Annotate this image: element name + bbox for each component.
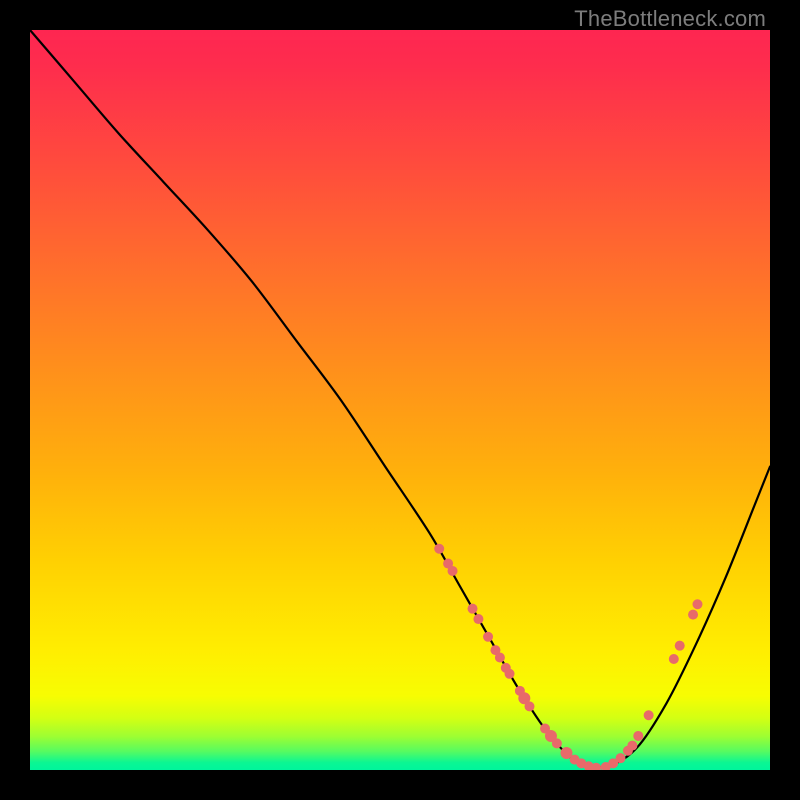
watermark-text: TheBottleneck.com <box>574 6 766 32</box>
data-point <box>525 701 535 711</box>
chart-canvas: TheBottleneck.com <box>0 0 800 800</box>
data-point <box>448 566 458 576</box>
plot-area <box>30 30 770 770</box>
data-point <box>434 544 444 554</box>
data-point <box>644 710 654 720</box>
data-point <box>633 731 643 741</box>
bottleneck-curve <box>30 30 770 768</box>
data-point <box>669 654 679 664</box>
data-point <box>627 741 637 751</box>
chart-svg <box>30 30 770 770</box>
data-point <box>675 641 685 651</box>
data-point <box>483 632 493 642</box>
scatter-group <box>434 544 702 770</box>
data-point <box>495 653 505 663</box>
data-point <box>505 669 515 679</box>
data-point <box>468 604 478 614</box>
data-point <box>473 614 483 624</box>
data-point <box>552 738 562 748</box>
data-point <box>688 610 698 620</box>
data-point <box>616 753 626 763</box>
data-point <box>692 599 702 609</box>
